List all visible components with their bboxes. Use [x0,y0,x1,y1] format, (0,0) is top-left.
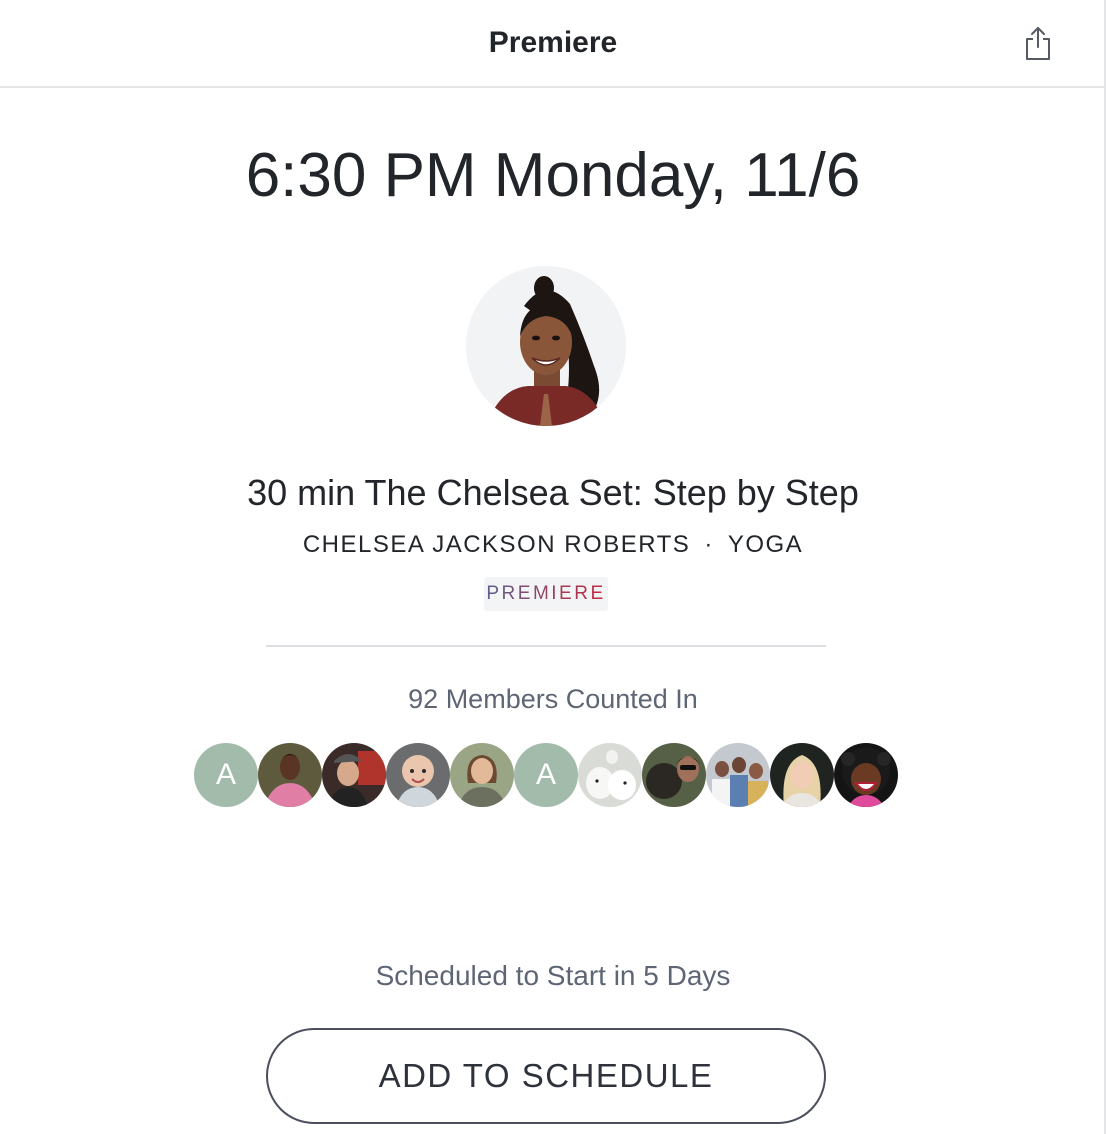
member-avatar-list[interactable]: A A [194,743,898,807]
header-bar: Premiere [0,0,1106,88]
member-avatar[interactable] [450,743,514,807]
member-avatar[interactable] [578,743,642,807]
schedule-note: Scheduled to Start in 5 Days [375,960,731,991]
premiere-badge: PREMIERE [484,577,608,611]
share-icon [1026,27,1050,60]
class-title: 30 min The Chelsea Set: Step by Step [247,472,859,513]
meta-separator: · [704,531,714,558]
member-avatar[interactable] [834,743,898,807]
discipline-label: YOGA [727,531,804,558]
divider [266,645,826,647]
instructor-name[interactable]: CHELSEA JACKSON ROBERTS [303,531,691,558]
class-meta: CHELSEA JACKSON ROBERTS · YOGA [0,531,1106,559]
member-avatar[interactable] [386,743,450,807]
instructor-photo [466,266,626,426]
member-avatar[interactable] [322,743,386,807]
member-avatar[interactable] [706,743,770,807]
class-datetime: 6:30 PM Monday, 11/6 [245,141,861,210]
avatar-initial: A [535,758,556,791]
add-to-schedule-button[interactable]: ADD TO SCHEDULE [266,1028,826,1124]
member-avatar[interactable] [642,743,706,807]
member-avatar[interactable]: A [194,743,258,807]
premiere-badge-label: PREMIERE [486,583,606,604]
avatar-initial: A [215,758,236,791]
member-avatar[interactable]: A [514,743,578,807]
member-avatar[interactable] [770,743,834,807]
member-avatar[interactable] [258,743,322,807]
members-count[interactable]: 92 Members Counted In [0,684,1106,715]
page-title: Premiere [488,26,618,59]
share-button[interactable] [1018,22,1058,64]
